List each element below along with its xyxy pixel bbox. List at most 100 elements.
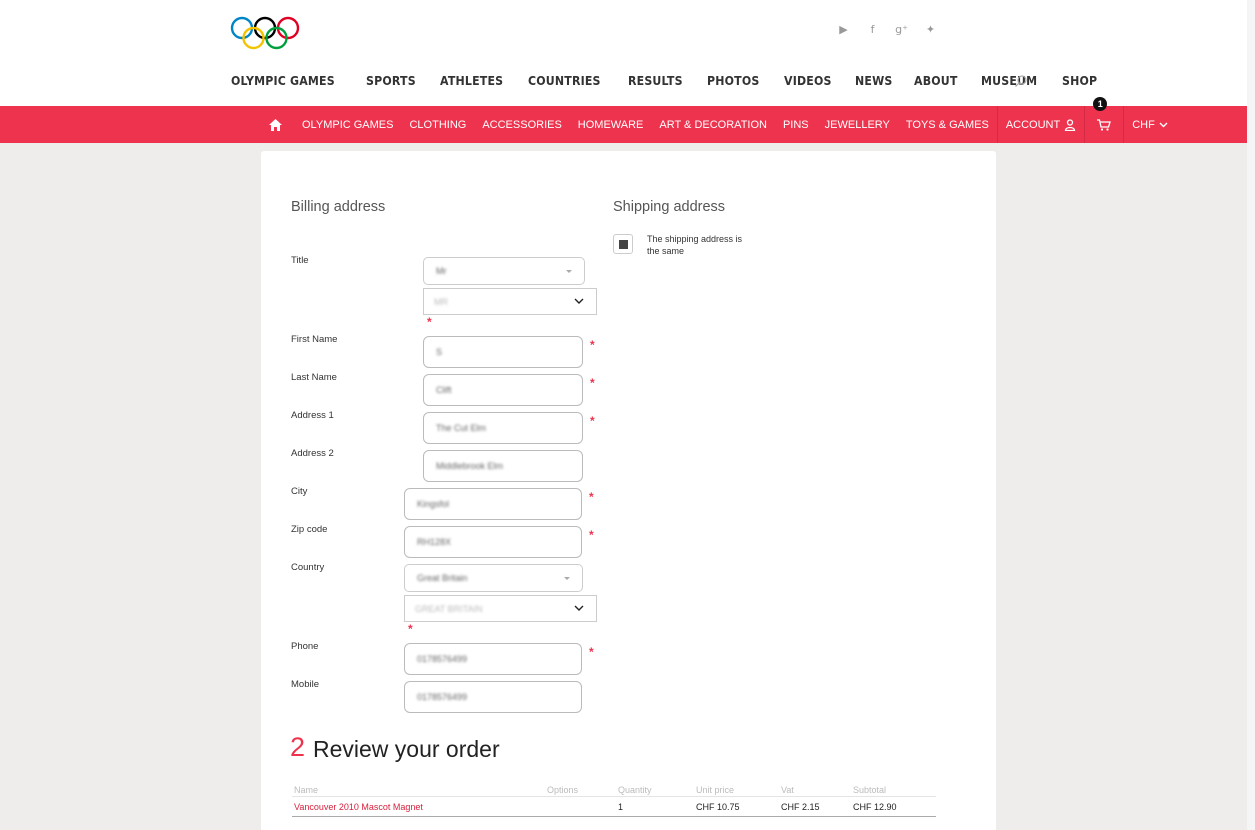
- title-label: Title: [291, 255, 309, 266]
- shop-nav-pins[interactable]: PINS: [775, 106, 817, 143]
- nav-news[interactable]: NEWS: [855, 73, 892, 88]
- social-links: ▶ f g⁺ ✦: [836, 22, 938, 37]
- nav-athletes[interactable]: ATHLETES: [440, 73, 503, 88]
- nav-olympic-games[interactable]: OLYMPIC GAMES: [231, 73, 335, 88]
- checkbox-checked-mark: [619, 240, 628, 249]
- row-vat: CHF 2.15: [781, 802, 820, 812]
- address1-label: Address 1: [291, 410, 334, 421]
- step-number: 2: [290, 732, 306, 762]
- column-header-subtotal: Subtotal: [853, 785, 887, 795]
- required-asterisk: *: [408, 622, 413, 636]
- phone-label: Phone: [291, 641, 319, 652]
- row-unit-price: CHF 10.75: [696, 802, 740, 812]
- last-name-field[interactable]: Clift: [423, 374, 583, 406]
- shop-nav-art-decoration[interactable]: ART & DECORATION: [651, 106, 775, 143]
- phone-field[interactable]: 0178576499: [404, 643, 582, 675]
- shop-nav-accessories[interactable]: ACCESSORIES: [474, 106, 569, 143]
- column-header-vat: Vat: [781, 785, 794, 795]
- mobile-value: 0178576499: [417, 692, 468, 702]
- chevron-down-icon: [574, 605, 584, 611]
- address2-label: Address 2: [291, 448, 334, 459]
- facebook-icon[interactable]: f: [865, 22, 880, 37]
- product-name-link[interactable]: Vancouver 2010 Mascot Magnet: [294, 802, 423, 812]
- required-asterisk: *: [590, 414, 595, 428]
- nav-photos[interactable]: PHOTOS: [707, 73, 759, 88]
- city-value: Kingsfol: [417, 499, 450, 509]
- googleplus-icon[interactable]: g⁺: [894, 22, 909, 37]
- cart-count-badge: 1: [1093, 97, 1108, 111]
- site-header: ▶ f g⁺ ✦ OLYMPIC GAMES SPORTS ATHLETES C…: [0, 0, 1255, 106]
- phone-value: 0178576499: [417, 654, 468, 664]
- main-nav: OLYMPIC GAMES SPORTS ATHLETES COUNTRIES …: [231, 73, 1119, 88]
- table-divider: [292, 796, 936, 797]
- chevron-down-icon: [1159, 122, 1168, 127]
- table-divider: [292, 816, 936, 817]
- column-header-quantity: Quantity: [618, 785, 652, 795]
- shop-nav-olympic-games[interactable]: OLYMPIC GAMES: [294, 106, 401, 143]
- title-select-value: Mr: [436, 266, 447, 276]
- shop-nav-jewellery[interactable]: JEWELLERY: [817, 106, 898, 143]
- address2-value: Middlebrook Elm: [436, 461, 504, 471]
- mobile-label: Mobile: [291, 679, 319, 690]
- account-button[interactable]: ACCOUNT: [996, 106, 1084, 143]
- home-icon[interactable]: [263, 106, 294, 143]
- nav-museum[interactable]: MUSEUM: [981, 73, 1037, 88]
- cart-button[interactable]: 1: [1084, 97, 1123, 143]
- address1-value: The Cut Elm: [436, 423, 487, 433]
- required-asterisk: *: [589, 528, 594, 542]
- nav-videos[interactable]: VIDEOS: [784, 73, 832, 88]
- checkout-card: Billing address Shipping address Title M…: [261, 151, 996, 830]
- chevron-down-icon: [574, 298, 584, 304]
- billing-heading: Billing address: [291, 199, 386, 215]
- address1-field[interactable]: The Cut Elm: [423, 412, 583, 444]
- shop-nav-homeware[interactable]: HOMEWARE: [570, 106, 652, 143]
- first-name-label: First Name: [291, 334, 338, 345]
- required-asterisk: *: [590, 376, 595, 390]
- search-icon[interactable]: [1014, 74, 1028, 88]
- nav-results[interactable]: RESULTS: [628, 73, 683, 88]
- row-quantity: 1: [618, 802, 624, 812]
- shipping-same-checkbox[interactable]: [613, 234, 633, 254]
- nav-sports[interactable]: SPORTS: [366, 73, 416, 88]
- nav-about[interactable]: ABOUT: [914, 73, 958, 88]
- account-label: ACCOUNT: [1005, 118, 1061, 131]
- column-header-options: Options: [547, 785, 579, 795]
- first-name-field[interactable]: S: [423, 336, 583, 368]
- address2-field[interactable]: Middlebrook Elm: [423, 450, 583, 482]
- country-select-value: Great Britain: [417, 573, 468, 583]
- currency-selector[interactable]: CHF: [1123, 106, 1176, 143]
- country-dropdown-value: GREAT BRITAIN: [415, 603, 483, 614]
- column-header-unit-price: Unit price: [696, 785, 735, 795]
- cart-icon: [1097, 118, 1112, 131]
- mobile-field[interactable]: 0178576499: [404, 681, 582, 713]
- zip-field[interactable]: RH128X: [404, 526, 582, 558]
- page-scrollbar[interactable]: [1247, 0, 1255, 830]
- review-order-heading: Review your order: [313, 736, 500, 762]
- shipping-same-label: The shipping address is the same: [647, 234, 743, 256]
- caret-down-icon: [564, 577, 570, 580]
- zip-label: Zip code: [291, 524, 328, 535]
- nav-shop[interactable]: SHOP: [1062, 73, 1097, 88]
- shop-nav-clothing[interactable]: CLOTHING: [401, 106, 474, 143]
- twitter-icon[interactable]: ✦: [923, 22, 938, 37]
- required-asterisk: *: [589, 490, 594, 504]
- country-label: Country: [291, 562, 325, 573]
- title-dropdown[interactable]: MR: [423, 288, 597, 315]
- title-dropdown-value: MR: [434, 296, 448, 307]
- zip-value: RH128X: [417, 537, 452, 547]
- nav-countries[interactable]: COUNTRIES: [528, 73, 601, 88]
- city-field[interactable]: Kingsfol: [404, 488, 582, 520]
- shop-nav-toys-games[interactable]: TOYS & GAMES: [898, 106, 997, 143]
- row-subtotal: CHF 12.90: [853, 802, 897, 812]
- country-select[interactable]: Great Britain: [404, 564, 583, 592]
- last-name-value: Clift: [436, 385, 452, 395]
- last-name-label: Last Name: [291, 372, 337, 383]
- column-header-name: Name: [294, 785, 319, 795]
- title-select[interactable]: Mr: [423, 257, 585, 285]
- country-dropdown[interactable]: GREAT BRITAIN: [404, 595, 597, 622]
- city-label: City: [291, 486, 308, 497]
- youtube-icon[interactable]: ▶: [836, 22, 851, 37]
- olympic-rings-logo[interactable]: [230, 16, 302, 50]
- shipping-heading: Shipping address: [613, 199, 726, 215]
- caret-down-icon: [566, 270, 572, 273]
